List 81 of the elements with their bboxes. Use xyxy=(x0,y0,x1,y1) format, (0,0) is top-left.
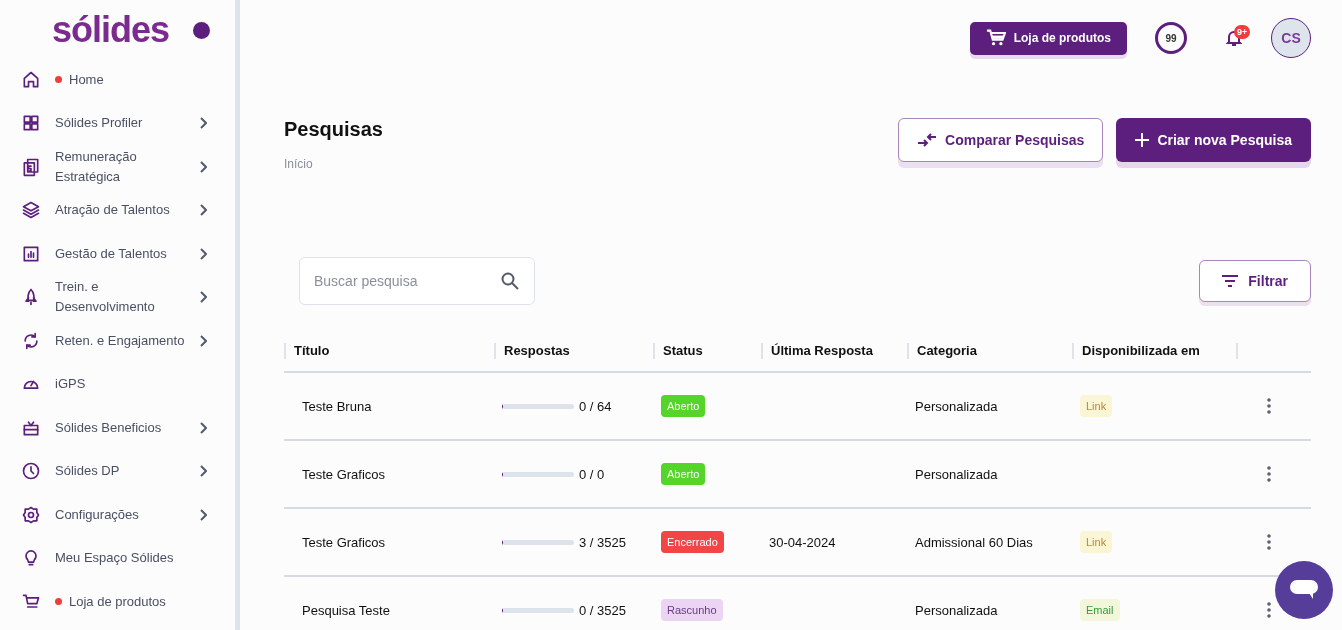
sidebar-item-label: Loja de produtos xyxy=(69,592,166,611)
sidebar-item[interactable]: Meu Espaço Sólides xyxy=(0,536,235,580)
more-options-icon[interactable] xyxy=(1267,398,1271,414)
table-cell: Pesquisa Teste xyxy=(302,602,390,618)
table-cell: Personalizada xyxy=(915,602,998,618)
sidebar-item[interactable]: Sólides Beneficios xyxy=(0,406,235,450)
page-title: Pesquisas xyxy=(284,118,383,141)
sidebar-item-label: Reten. e Engajamento xyxy=(55,331,185,350)
progress-bar xyxy=(502,539,574,545)
user-avatar[interactable]: CS xyxy=(1271,18,1311,58)
notifications-button[interactable]: 9+ xyxy=(1219,23,1249,53)
sidebar-item[interactable]: Gestão de Talentos xyxy=(0,232,235,276)
table-cell: Personalizada xyxy=(915,398,998,414)
sidebar-item[interactable]: Sólides Profiler xyxy=(0,101,235,145)
channel-tag: Link xyxy=(1080,395,1113,417)
notification-badge: 9+ xyxy=(1234,25,1251,39)
table-cell: 0 / 3525 xyxy=(579,602,626,618)
sidebar-item[interactable]: Reten. e Engajamento xyxy=(0,319,235,363)
more-options-icon[interactable] xyxy=(1267,534,1271,550)
filter-icon xyxy=(1222,275,1239,287)
table-cell: 0 / 64 xyxy=(579,398,612,414)
table-cell: 30-04-2024 xyxy=(769,534,836,550)
sidebar-item[interactable]: Sólides DP xyxy=(0,449,235,493)
channel-tag: Email xyxy=(1080,599,1120,621)
sidebar-item-label: Sólides Beneficios xyxy=(55,418,162,437)
more-options-icon[interactable] xyxy=(1267,466,1271,482)
sidebar-item-label: Remuneração Estratégica xyxy=(55,147,138,186)
column-header: Categoria xyxy=(907,343,1072,359)
sidebar-item-label: Configurações xyxy=(55,505,139,524)
sidebar-item[interactable]: Configurações xyxy=(0,493,235,537)
table-cell: 0 / 0 xyxy=(579,466,605,482)
sidebar-item[interactable]: Trein. e Desenvolvimento xyxy=(0,275,235,319)
money-document-icon xyxy=(21,156,41,177)
table-cell: 3 / 3525 xyxy=(579,534,626,550)
channel-tag: Link xyxy=(1080,531,1113,553)
sidebar-item-label: Meu Espaço Sólides xyxy=(55,549,174,568)
sidebar-item-label: iGPS xyxy=(55,375,86,394)
sidebar-item-label: Sólides Profiler xyxy=(55,114,143,133)
sidebar-item-label: Home xyxy=(69,70,104,89)
sidebar-item-label: Trein. e Desenvolvimento xyxy=(55,278,156,317)
progress-bar xyxy=(502,607,574,613)
status-tag: Encerrado xyxy=(661,531,724,553)
column-header: Respostas xyxy=(494,343,653,359)
progress-bar xyxy=(502,471,574,477)
status-tag: Aberto xyxy=(661,395,706,417)
sidebar-item-label: Atração de Talentos xyxy=(55,201,170,220)
chat-button[interactable] xyxy=(1275,561,1333,619)
home-icon xyxy=(21,69,41,90)
cart-icon xyxy=(985,29,1006,47)
sidebar-item[interactable]: Loja de produtos xyxy=(0,580,235,624)
table-cell: Teste Bruna xyxy=(302,398,372,414)
brand-logo[interactable]: sólides xyxy=(52,9,170,51)
search-field[interactable]: Buscar pesquisa xyxy=(299,257,535,305)
sidebar-item[interactable]: Home xyxy=(0,58,235,102)
swap-arrows-icon xyxy=(917,133,938,147)
search-icon xyxy=(501,272,519,290)
table-cell: Personalizada xyxy=(915,466,998,482)
more-options-icon[interactable] xyxy=(1267,602,1271,618)
table-cell: Teste Graficos xyxy=(302,534,386,550)
status-tag: Rascunho xyxy=(661,599,723,621)
sidebar-item-label: Sólides DP xyxy=(55,462,120,481)
layers-icon xyxy=(21,200,41,221)
column-header: Status xyxy=(653,343,761,359)
column-header: Última Resposta xyxy=(761,343,907,359)
settings-icon xyxy=(21,504,41,525)
table-cell: Admissional 60 Dias xyxy=(915,534,1033,550)
collapse-toggle[interactable] xyxy=(193,21,211,39)
column-header: Título xyxy=(284,343,494,359)
plus-icon xyxy=(1135,133,1150,147)
refresh-icon xyxy=(21,330,41,351)
status-tag: Aberto xyxy=(661,463,706,485)
sidebar-item[interactable]: iGPS xyxy=(0,362,235,406)
grid-icon xyxy=(21,113,41,134)
sidebar-item-label: Gestão de Talentos xyxy=(55,244,167,263)
column-header: Disponibilizada em xyxy=(1072,343,1236,359)
points-indicator[interactable]: 99 xyxy=(1155,22,1187,54)
clock-icon xyxy=(21,461,41,482)
progress-bar xyxy=(502,403,574,409)
sidebar-item[interactable]: Atração de Talentos xyxy=(0,188,235,232)
sidebar-item[interactable]: Remuneração Estratégica xyxy=(0,145,235,189)
table-cell: Teste Graficos xyxy=(302,466,386,482)
